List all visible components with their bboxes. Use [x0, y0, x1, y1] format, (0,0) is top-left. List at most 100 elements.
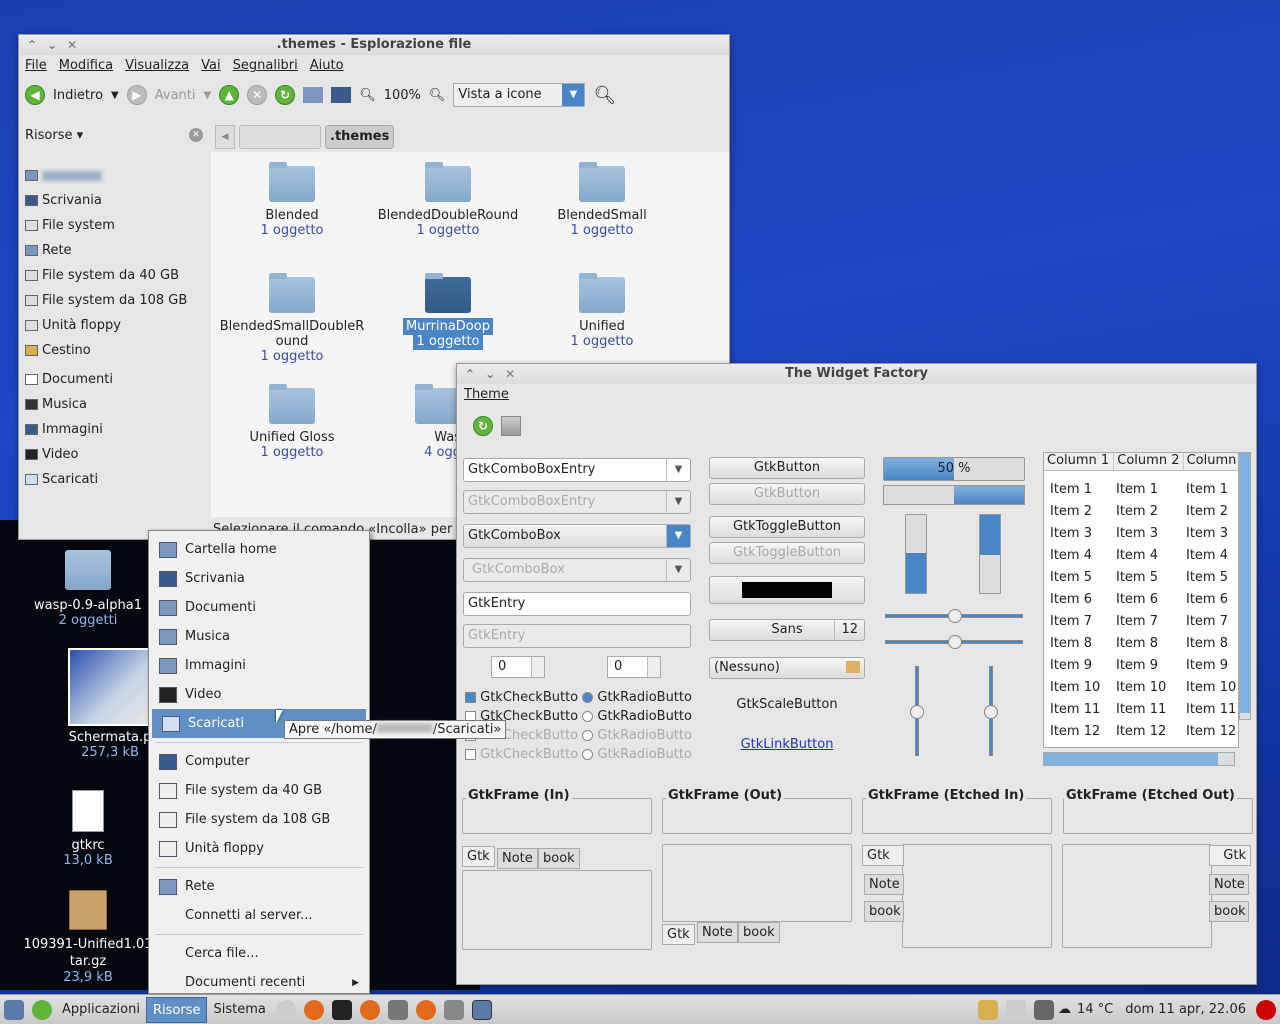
folder-item-selected[interactable]: MurrinaDoop 1 oggetto [373, 273, 523, 350]
maximize-icon[interactable]: ⌄ [47, 35, 57, 55]
tree-row[interactable]: Item 3 [1050, 523, 1100, 545]
horizontal-scale[interactable] [885, 609, 1023, 623]
menu-item-connect[interactable]: Connetti al server... [149, 901, 369, 930]
menu-item-documents[interactable]: Documenti [149, 593, 369, 622]
monitor-icon[interactable] [1034, 999, 1054, 1020]
folder-item[interactable]: BlendedSmallDoubleRound 1 oggetto [217, 273, 367, 364]
tree-row[interactable]: Item 7 [1050, 611, 1100, 633]
desktop-icon-gtkrc[interactable]: gtkrc 13,0 kB [18, 790, 158, 868]
sidebar-item-music[interactable]: Musica [19, 392, 211, 417]
tree-row[interactable]: Item 8 [1050, 633, 1100, 655]
close-icon[interactable]: ✕ [505, 364, 515, 384]
stop-icon[interactable]: ✕ [247, 85, 268, 105]
applications-menu[interactable]: Applicazioni [56, 997, 146, 1023]
show-desktop-icon[interactable] [4, 999, 24, 1020]
sidebar-item-filesystem[interactable]: File system [19, 213, 211, 238]
firefox-icon[interactable] [359, 999, 380, 1020]
tree-row[interactable]: Item 2 [1186, 501, 1236, 523]
tree-row[interactable]: Item 4 [1186, 545, 1236, 567]
media-icon[interactable] [275, 999, 296, 1020]
sidebar-item-trash[interactable]: Cestino [19, 338, 211, 363]
tree-row[interactable]: Item 12 [1116, 721, 1166, 743]
tree-row[interactable]: Item 2 [1116, 501, 1166, 523]
gtk-button[interactable]: GtkButton [709, 457, 865, 479]
menu-item-search[interactable]: Cerca file... [149, 939, 369, 968]
scale-button[interactable]: GtkScaleButton [709, 697, 865, 712]
menu-item-recent[interactable]: Documenti recenti ▶ [149, 968, 369, 997]
menu-theme[interactable]: Theme [457, 384, 1256, 405]
menu-edit[interactable]: Modifica [59, 58, 113, 73]
tree-row[interactable]: Item 7 [1116, 611, 1166, 633]
menu-bookmarks[interactable]: Segnalibri [233, 58, 298, 73]
terminal-icon[interactable] [331, 999, 352, 1020]
sidebar-item-network[interactable]: Rete [19, 238, 211, 263]
tree-row[interactable]: Item 3 [1186, 523, 1236, 545]
font-button[interactable]: Sans 12 [709, 619, 865, 641]
tab-gtk[interactable]: Gtk [862, 845, 904, 866]
menu-go[interactable]: Vai [201, 58, 220, 73]
firefox-icon[interactable] [303, 999, 324, 1020]
menu-item-videos[interactable]: Video [149, 680, 369, 709]
firefox-icon[interactable] [415, 999, 436, 1020]
tree-row[interactable]: Item 1 [1186, 479, 1236, 501]
combo-box[interactable]: GtkComboBox ▼ [463, 524, 691, 548]
maximize-icon[interactable]: ⌄ [485, 364, 495, 384]
menu-item-fs40[interactable]: File system da 40 GB [149, 776, 369, 805]
sidebar-item-videos[interactable]: Video [19, 442, 211, 467]
sidebar-item-fs40[interactable]: File system da 40 GB [19, 263, 211, 288]
combo-box-entry[interactable]: GtkComboBoxEntry ▼ [463, 458, 691, 482]
tab-book[interactable]: book [1209, 901, 1249, 922]
tree-row[interactable]: Item 12 [1186, 721, 1236, 743]
folder-item[interactable]: Was 4 ogg [391, 384, 461, 460]
theme-icon[interactable] [501, 416, 521, 436]
sidebar-item-desktop[interactable]: Scrivania [19, 188, 211, 213]
zoom-out-icon[interactable]: 🔍︎ [359, 88, 376, 103]
file-manager-icon[interactable] [443, 999, 464, 1020]
spin-button[interactable]: 0 [491, 656, 545, 678]
column-header[interactable]: Column 2 [1113, 453, 1182, 470]
tree-row[interactable]: Item 2 [1050, 501, 1100, 523]
gtk-toggle-button[interactable]: GtkToggleButton [709, 516, 865, 538]
color-button[interactable] [709, 576, 865, 604]
tree-row[interactable]: Item 3 [1116, 523, 1166, 545]
forward-button[interactable]: Avanti [155, 88, 196, 103]
tree-row[interactable]: Item 8 [1186, 633, 1236, 655]
menu-item-fs108[interactable]: File system da 108 GB [149, 805, 369, 834]
tree-vscrollbar[interactable] [1239, 452, 1251, 720]
spin-button[interactable]: 0 [607, 656, 661, 678]
tab-gtk[interactable]: Gtk [1209, 845, 1251, 866]
tree-row[interactable]: Item 12 [1050, 721, 1100, 743]
link-button[interactable]: GtkLinkButton [709, 737, 865, 752]
desktop-icon-wasp[interactable]: wasp-0.9-alpha1 2 oggetti [18, 550, 158, 628]
tree-row[interactable]: Item 5 [1186, 567, 1236, 589]
folder-item[interactable]: BlendedSmall 1 oggetto [527, 162, 677, 238]
folder-item[interactable]: Blended 1 oggetto [217, 162, 367, 238]
tree-row[interactable]: Item 11 [1116, 699, 1166, 721]
menu-item-desktop[interactable]: Scrivania [149, 564, 369, 593]
radio[interactable] [582, 711, 594, 722]
column-header[interactable]: Column [1182, 453, 1238, 470]
places-menu-button[interactable]: Risorse [145, 996, 208, 1023]
column-header[interactable]: Column 1 [1044, 453, 1113, 470]
menu-view[interactable]: Visualizza [125, 58, 189, 73]
computer-icon[interactable] [331, 87, 352, 103]
tree-row[interactable]: Item 4 [1116, 545, 1166, 567]
tree-row[interactable]: Item 6 [1050, 589, 1100, 611]
menu-file[interactable]: File [25, 58, 47, 73]
radio-checked[interactable] [582, 692, 594, 703]
menu-item-network[interactable]: Rete [149, 872, 369, 901]
menu-item-music[interactable]: Musica [149, 622, 369, 651]
reload-icon[interactable]: ↻ [473, 416, 493, 436]
home-icon[interactable] [303, 87, 324, 103]
tree-row[interactable]: Item 10 [1116, 677, 1166, 699]
vertical-scale[interactable] [910, 666, 924, 756]
tree-row[interactable]: Item 11 [1050, 699, 1100, 721]
checkbox-checked[interactable] [465, 692, 476, 703]
folder-item[interactable]: Unified 1 oggetto [527, 273, 677, 349]
zoom-in-icon[interactable]: 🔍︎ [429, 88, 446, 103]
power-icon[interactable] [1256, 999, 1276, 1020]
sidebar-item-floppy[interactable]: Unità floppy [19, 313, 211, 338]
temperature[interactable]: 14 °C [1071, 997, 1119, 1023]
search-icon[interactable]: 🔍︎ [593, 85, 616, 106]
tree-row[interactable]: Item 1 [1050, 479, 1100, 501]
